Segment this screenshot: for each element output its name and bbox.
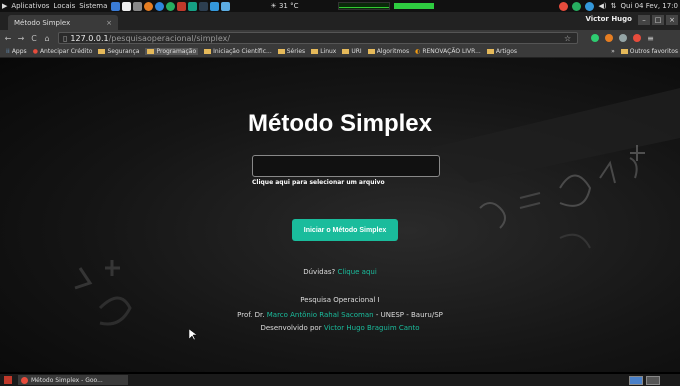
extension-icon[interactable] [591,33,600,42]
browser-tab[interactable]: Método Simplex × [8,15,118,30]
clock[interactable]: Qui 04 Fev, 17:0 [620,2,678,10]
bookmark-folder-linux[interactable]: Linux [311,48,336,55]
folder-icon [147,49,155,54]
panel-menu-applications[interactable]: Aplicativos [11,2,49,10]
professor-link[interactable]: Marco Antônio Rahal Sacoman [267,311,374,319]
bookmark-folder-uri[interactable]: URI [342,48,362,55]
taskbar-window-item[interactable]: Método Simplex - Goo... [18,375,128,385]
file-upload-input[interactable] [252,155,440,177]
address-bar[interactable]: ▯ 127.0.0.1/pesquisaoperacional/simplex/ [58,32,578,44]
help-line: Dúvidas? Clique aqui [0,268,680,276]
file-upload-hint[interactable]: Clique aqui para selecionar um arquivo [252,179,385,186]
site-icon: ◐ [415,48,421,55]
bookmark-folder-programacao[interactable]: Programação [145,48,199,55]
bookmark-folder-algoritmos[interactable]: Algoritmos [367,48,409,55]
browser-toolbar: ← → C ⌂ ▯ 127.0.0.1/pesquisaoperacional/… [0,30,680,46]
memory-monitor [394,3,435,9]
home-icon[interactable]: ⌂ [42,34,52,43]
bookmark-star-icon[interactable]: ☆ [564,34,571,43]
maximize-button[interactable]: □ [652,15,664,25]
launcher-icon[interactable] [122,1,132,11]
panel-menu-system[interactable]: Sistema [79,2,107,10]
bookmark-folder-artigos[interactable]: Artigos [486,48,517,55]
folder-icon [277,49,285,54]
developer-link[interactable]: Victor Hugo Braguim Canto [324,324,420,332]
menu-icon[interactable]: ≡ [647,34,654,43]
help-link[interactable]: Clique aqui [337,268,376,276]
close-window-button[interactable]: × [666,15,678,25]
extension-icon[interactable] [619,33,628,42]
show-desktop-icon[interactable] [4,376,12,384]
bookmark-renovacao[interactable]: ◐ RENOVAÇÃO LIVR... [415,48,481,55]
back-icon[interactable]: ← [3,34,13,43]
url-host: 127.0.0.1 [70,33,109,43]
tray-icon[interactable] [585,1,595,11]
launcher-icon[interactable] [144,1,154,11]
minimize-button[interactable]: – [638,15,650,25]
bookmark-folder-series[interactable]: Séries [277,48,305,55]
bottom-taskbar: Método Simplex - Goo... [0,374,680,386]
weather-indicator[interactable]: ☀ 31 °C [270,2,298,10]
workspace-1[interactable] [629,375,643,385]
launcher-icon[interactable] [199,1,209,11]
network-monitor [338,2,391,10]
panel-launchers [111,1,231,11]
launcher-icon[interactable] [155,1,165,11]
launcher-icon[interactable] [210,1,220,11]
workspace-2[interactable] [646,375,660,385]
start-simplex-button[interactable]: Iniciar o Método Simplex [292,219,398,241]
panel-menu-icon[interactable]: ▶ [2,2,7,10]
folder-icon [342,49,350,54]
bookmarks-overflow-icon[interactable]: » [611,48,615,55]
tray-icon[interactable] [572,1,582,11]
bookmark-folder-iniciacao[interactable]: Iniciação Científic... [204,48,272,55]
forward-icon[interactable]: → [16,34,26,43]
bookmarks-bar: ⁞⁞ Apps ● Antecipar Crédito Segurança Prog… [0,46,680,58]
folder-icon [486,49,494,54]
page-title: Método Simplex [247,110,433,137]
page-content: Método Simplex Clique aqui para selecion… [0,58,680,372]
bookmark-folder-seguranca[interactable]: Segurança [98,48,139,55]
network-icon[interactable]: ⇅ [611,2,617,10]
reload-icon[interactable]: C [29,34,39,43]
bookmark-other-favorites[interactable]: Outros favoritos [620,48,678,55]
tray-icon[interactable] [559,1,569,11]
bookmark-apps[interactable]: ⁞⁞ Apps [6,48,27,55]
system-top-panel: ▶ Aplicativos Locais Sistema ☀ 31 °C ◀) … [0,0,680,12]
course-name: Pesquisa Operacional I [300,296,380,304]
url-path: /pesquisaoperacional/simplex/ [108,33,231,43]
folder-icon [367,49,375,54]
page-icon: ▯ [63,33,68,43]
folder-icon [311,49,319,54]
tab-close-icon[interactable]: × [106,19,112,27]
folder-icon [620,49,628,54]
bookmark-antecipar[interactable]: ● Antecipar Crédito [33,48,93,55]
apps-grid-icon: ⁞⁞ [6,48,10,55]
tab-title: Método Simplex [14,18,71,27]
panel-menu-places[interactable]: Locais [53,2,75,10]
chrome-icon [21,376,28,384]
profile-user[interactable]: Victor Hugo [585,15,632,23]
adblock-icon[interactable] [633,33,642,42]
developer-prefix: Desenvolvido por [260,324,322,332]
launcher-icon[interactable] [111,1,121,11]
launcher-icon[interactable] [133,1,143,11]
browser-tabbar: Método Simplex × Victor Hugo – □ × [0,12,680,30]
launcher-icon[interactable] [177,1,187,11]
folder-icon [204,49,212,54]
folder-icon [98,49,106,54]
launcher-icon[interactable] [221,1,231,11]
developer-line: Desenvolvido por Victor Hugo Braguim Can… [0,324,680,332]
extension-icon[interactable] [605,33,614,42]
volume-icon[interactable]: ◀) [598,2,606,10]
launcher-icon[interactable] [166,1,176,11]
site-icon: ● [32,48,38,55]
launcher-icon[interactable] [188,1,198,11]
mouse-cursor-icon [189,329,197,341]
professor-prefix: Prof. Dr. [237,311,265,319]
professor-line: Prof. Dr. Marco Antônio Rahal Sacoman - … [0,311,680,319]
professor-affiliation: - UNESP - Bauru/SP [375,311,443,319]
help-label: Dúvidas? [303,268,336,276]
